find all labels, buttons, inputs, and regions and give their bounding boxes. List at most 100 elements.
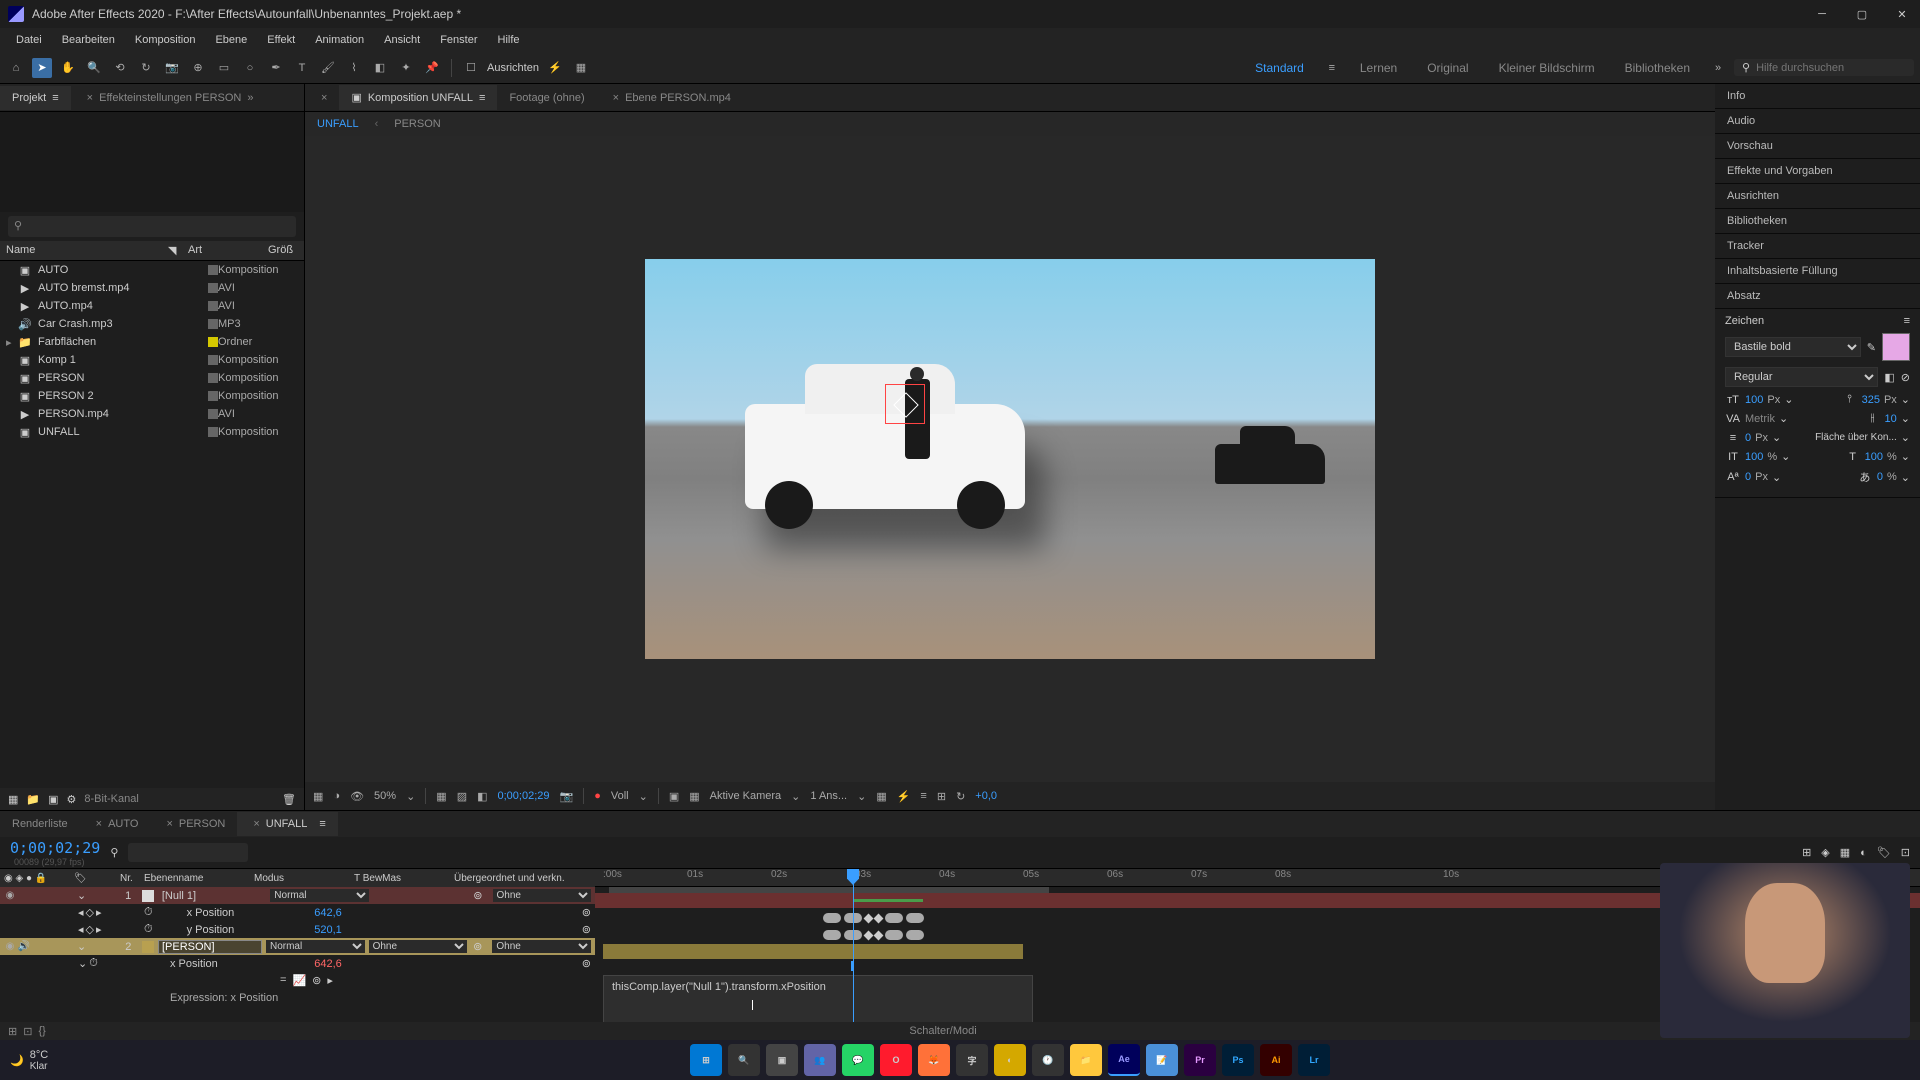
layer-name-input[interactable] — [158, 940, 262, 954]
orbit-tool[interactable]: ⟲ — [110, 58, 130, 78]
pickwhip-icon[interactable]: ⊚ — [473, 940, 482, 953]
baseline[interactable]: 0 — [1745, 471, 1751, 483]
zoom-level[interactable]: 50% — [374, 790, 396, 802]
vscale[interactable]: 100 — [1745, 451, 1763, 463]
tl-icon-5[interactable]: 🏷 — [1877, 846, 1891, 859]
expand-icon[interactable]: ⌄ — [77, 889, 86, 902]
res-icon[interactable]: ▦ — [436, 790, 446, 803]
font-style-select[interactable]: Regular — [1725, 367, 1878, 387]
folder-icon[interactable]: 📁 — [26, 793, 40, 806]
label-swatch[interactable] — [208, 373, 218, 383]
alpha-icon[interactable]: ▦ — [313, 790, 323, 803]
trkmat-select[interactable]: Ohne — [369, 940, 468, 953]
brush-tool[interactable]: 🖌 — [318, 58, 338, 78]
eraser-tool[interactable]: ◧ — [370, 58, 390, 78]
stopwatch-icon[interactable]: ⏱ — [144, 923, 153, 936]
project-item[interactable]: ▣ PERSON 2 Komposition — [0, 387, 304, 405]
premiere-app[interactable]: Pr — [1184, 1044, 1216, 1076]
stopwatch-icon[interactable]: ⏱ — [89, 957, 98, 970]
col-size[interactable]: Größ — [268, 244, 298, 257]
taskview-button[interactable]: ▣ — [766, 1044, 798, 1076]
zoom-dropdown-icon[interactable]: ⌄ — [406, 790, 415, 803]
close-button[interactable]: ✕ — [1892, 4, 1912, 24]
comp-icon[interactable]: ▣ — [48, 793, 58, 806]
rotate-tool[interactable]: ↻ — [136, 58, 156, 78]
ellipse-tool[interactable]: ○ — [240, 58, 260, 78]
clone-tool[interactable]: ⌇ — [344, 58, 364, 78]
prop-row-xpos[interactable]: ◂◇▸ ⏱ x Position 642,6 ⊚ — [0, 904, 595, 921]
explorer-app[interactable]: 📁 — [1070, 1044, 1102, 1076]
menu-bearbeiten[interactable]: Bearbeiten — [54, 32, 123, 48]
eyedropper-icon[interactable]: ✎ — [1867, 341, 1876, 354]
col-type[interactable]: Art — [188, 244, 268, 257]
col-mode[interactable]: Modus — [250, 873, 350, 884]
flowchart-icon[interactable]: ⊞ — [937, 790, 946, 803]
dropdown-icon[interactable]: ⌄ — [1781, 450, 1790, 463]
views-dropdown-icon[interactable]: ⌄ — [857, 790, 866, 803]
views-dropdown[interactable]: 1 Ans... — [810, 790, 847, 802]
stopwatch-icon[interactable]: ⏱ — [144, 906, 153, 919]
col-name[interactable]: Ebenenname — [140, 873, 250, 884]
label-swatch[interactable] — [208, 337, 218, 347]
reset-icon[interactable]: ↻ — [956, 790, 965, 803]
tl-footer-icon-2[interactable]: ⊡ — [23, 1025, 32, 1038]
fast-preview-icon[interactable]: ⚡ — [897, 790, 911, 803]
kf-next-icon[interactable]: ▸ — [96, 923, 102, 936]
timeline-search-input[interactable] — [128, 843, 248, 862]
transparency-icon[interactable]: ▦ — [689, 790, 699, 803]
tl-icon-4[interactable]: ◐ — [1860, 847, 1867, 859]
snap-grid[interactable]: ▦ — [571, 58, 591, 78]
region-icon[interactable]: ▣ — [669, 790, 679, 803]
tl-icon-1[interactable]: ⊞ — [1802, 846, 1811, 859]
roto-tool[interactable]: ✦ — [396, 58, 416, 78]
tl-tab-auto[interactable]: ×AUTO — [80, 812, 151, 836]
panel-inhaltsbasierte[interactable]: Inhaltsbasierte Füllung — [1715, 259, 1920, 284]
expr-enable-icon[interactable]: = — [280, 974, 286, 987]
pickwhip-icon[interactable]: ⊚ — [582, 906, 591, 919]
parent-select[interactable]: Ohne — [493, 889, 592, 902]
rect-tool[interactable]: ▭ — [214, 58, 234, 78]
panel-absatz[interactable]: Absatz — [1715, 284, 1920, 309]
project-tab[interactable]: Projekt≡ — [0, 86, 71, 110]
kf-prev-icon[interactable]: ◂ — [78, 923, 84, 936]
cam-dropdown-icon[interactable]: ⌄ — [791, 790, 800, 803]
comp-tab-unfall[interactable]: ▣ Komposition UNFALL ≡ — [339, 85, 497, 110]
tl-tab-person[interactable]: ×PERSON — [150, 812, 237, 836]
pixel-icon[interactable]: ▦ — [876, 790, 886, 803]
workspace-original[interactable]: Original — [1415, 57, 1480, 79]
project-item[interactable]: ▶ AUTO bremst.mp4 AVI — [0, 279, 304, 297]
col-label[interactable]: ◥ — [168, 244, 188, 257]
settings-icon[interactable]: ⚙ — [67, 793, 77, 806]
layer-row-2[interactable]: ◉🔊 ⌄ 2 Normal Ohne ⊚ Ohne — [0, 938, 595, 955]
panel-menu-icon[interactable]: ≡ — [1904, 315, 1910, 327]
dropdown-icon[interactable]: ⌄ — [1772, 471, 1781, 484]
tl-icon-3[interactable]: ▦ — [1840, 846, 1850, 859]
workspace-dropdown-icon[interactable]: ≡ — [1322, 58, 1342, 78]
minimize-button[interactable]: ─ — [1812, 4, 1832, 24]
dropdown-icon[interactable]: ⌄ — [1779, 412, 1788, 425]
workspace-standard[interactable]: Standard — [1243, 57, 1316, 79]
font-size[interactable]: 100 — [1745, 394, 1763, 406]
tracking[interactable]: 10 — [1885, 413, 1897, 425]
menu-datei[interactable]: Datei — [8, 32, 50, 48]
expand-icon[interactable]: ⌄ — [78, 957, 87, 970]
mask-icon[interactable]: ◑ — [333, 790, 340, 802]
panel-ausrichten[interactable]: Ausrichten — [1715, 184, 1920, 209]
menu-komposition[interactable]: Komposition — [127, 32, 204, 48]
kf-toggle-icon[interactable]: ◇ — [86, 906, 94, 919]
menu-hilfe[interactable]: Hilfe — [490, 32, 528, 48]
maximize-button[interactable]: ▢ — [1852, 4, 1872, 24]
tsume[interactable]: 0 — [1877, 471, 1883, 483]
help-search-input[interactable] — [1756, 62, 1906, 74]
subtab-unfall[interactable]: UNFALL — [317, 118, 359, 130]
label-swatch[interactable] — [208, 265, 218, 275]
composition-viewer[interactable] — [305, 136, 1715, 782]
firefox-app[interactable]: 🦊 — [918, 1044, 950, 1076]
pen-tool[interactable]: ✒ — [266, 58, 286, 78]
lightroom-app[interactable]: Lr — [1298, 1044, 1330, 1076]
opera-app[interactable]: O — [880, 1044, 912, 1076]
text-tool[interactable]: T — [292, 58, 312, 78]
comp-tab-close[interactable]: × — [305, 86, 339, 110]
panel-info[interactable]: Info — [1715, 84, 1920, 109]
expand-icon[interactable]: ⌄ — [77, 940, 86, 953]
